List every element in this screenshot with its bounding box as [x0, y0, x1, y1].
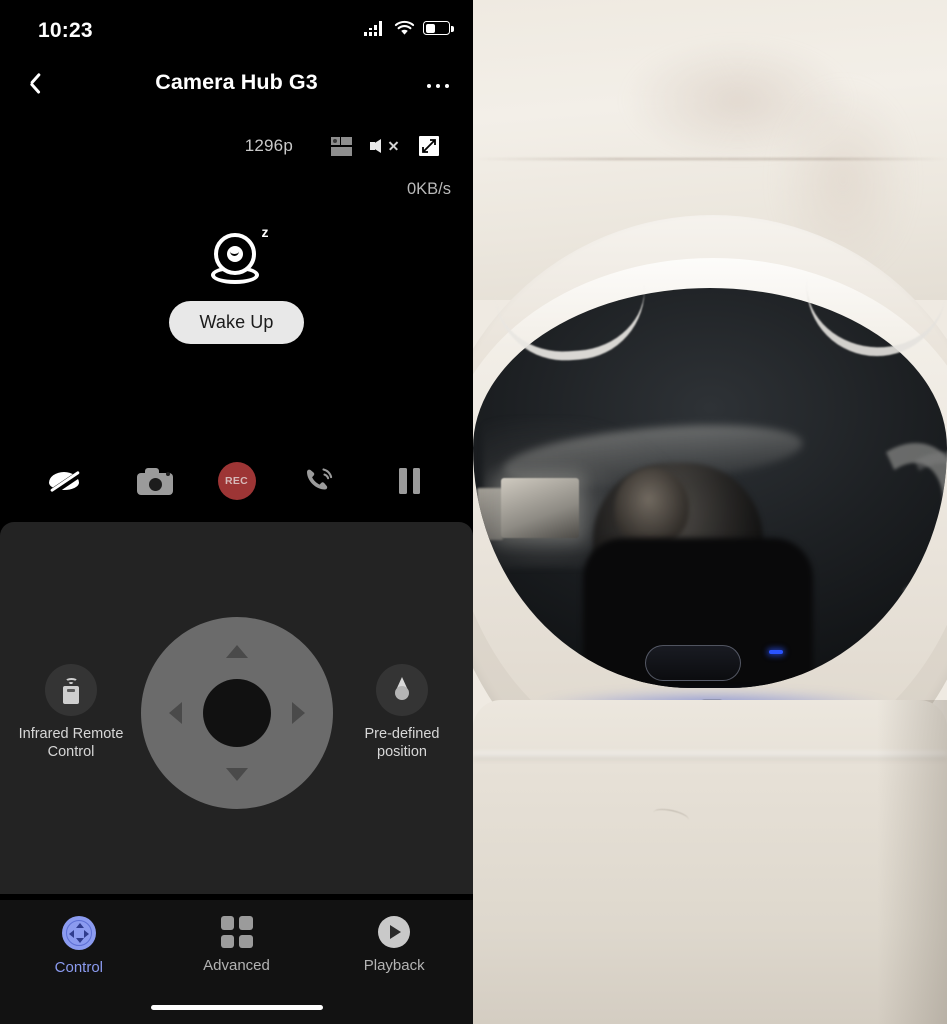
- fullscreen-button[interactable]: [407, 124, 451, 168]
- predefined-position-label-line1: Pre-defined: [364, 726, 440, 742]
- app-header: Camera Hub G3: [0, 56, 473, 118]
- camera-lens-blue-highlight: [769, 650, 783, 654]
- glass-monitor-reflection: [477, 488, 503, 540]
- two-way-talk-button[interactable]: [291, 453, 347, 509]
- tab-advanced-label: Advanced: [203, 957, 270, 974]
- mute-button[interactable]: [363, 124, 407, 168]
- play-circle-icon: [378, 916, 411, 948]
- sleep-state-block: z Wake Up: [0, 224, 473, 344]
- multi-view-icon: [330, 136, 352, 156]
- wifi-icon: [394, 20, 415, 35]
- camera-lens-plate: [645, 645, 741, 681]
- record-button[interactable]: REC: [217, 462, 256, 500]
- speaker-mute-icon: [370, 136, 400, 156]
- page-title: Camera Hub G3: [155, 70, 318, 94]
- camera-sleeping-icon: z: [203, 224, 271, 286]
- grid-squares-icon: [220, 916, 253, 948]
- arrow-up-icon[interactable]: [226, 645, 248, 658]
- photo-right-shadow: [877, 700, 947, 1024]
- photo-ceiling-seam: [473, 158, 947, 160]
- predefined-position-label: Pre-defined position: [365, 725, 440, 761]
- tab-control-label: Control: [54, 959, 104, 976]
- bitrate-label: 0KB/s: [406, 180, 451, 198]
- wake-up-button[interactable]: Wake Up: [169, 301, 304, 344]
- status-bar-time: 10:23: [38, 19, 93, 42]
- status-bar-icons: [364, 20, 454, 36]
- privacy-eye-off-button[interactable]: [36, 453, 92, 509]
- battery-icon: [423, 21, 454, 35]
- arrow-down-icon[interactable]: [226, 768, 248, 781]
- camera-body-lower: [473, 700, 947, 1024]
- predefined-position-label-line2: position: [377, 744, 427, 760]
- infrared-remote-label-line2: Control: [47, 744, 95, 760]
- arrow-right-icon[interactable]: [292, 702, 305, 724]
- status-bar: 10:23: [0, 0, 473, 56]
- phone-call-icon: [302, 466, 336, 496]
- tab-playback-label: Playback: [363, 957, 425, 974]
- sleep-z-label: z: [261, 224, 269, 240]
- pause-icon: [399, 468, 420, 494]
- stream-action-bar: REC: [0, 440, 473, 522]
- dpad-center-button[interactable]: [203, 679, 271, 747]
- predefined-position-button[interactable]: [376, 664, 428, 716]
- infrared-remote-button[interactable]: [45, 664, 97, 716]
- camera-device-photo: [473, 0, 947, 1024]
- pause-button[interactable]: [382, 453, 438, 509]
- eye-off-icon: [46, 469, 82, 496]
- record-label: REC: [224, 475, 249, 487]
- infrared-remote-label: Infrared Remote Control: [19, 725, 124, 761]
- dpad-circle-icon: [61, 916, 96, 950]
- tab-advanced[interactable]: Advanced: [158, 916, 316, 976]
- infrared-remote-label-line1: Infrared Remote: [18, 726, 124, 742]
- infrared-remote-control[interactable]: Infrared Remote Control: [11, 664, 131, 761]
- arrow-left-icon[interactable]: [169, 702, 182, 724]
- home-indicator[interactable]: [150, 1004, 323, 1010]
- more-options-button[interactable]: [415, 66, 461, 106]
- screenshot-root: 10:23 Camera Hub G3 1296p 0KB/s z Wake U…: [0, 0, 947, 1024]
- camera-body-seam: [473, 752, 947, 760]
- predefined-position-control[interactable]: Pre-defined position: [342, 664, 462, 761]
- phone-app-panel: 10:23 Camera Hub G3 1296p 0KB/s z Wake U…: [0, 0, 473, 1024]
- ellipsis-icon: [426, 83, 432, 89]
- infrared-remote-icon: [60, 677, 82, 704]
- glass-monitor-reflection: [501, 478, 579, 538]
- ellipsis-icon: [444, 83, 450, 89]
- signal-bars-icon: [364, 20, 386, 36]
- multiview-button[interactable]: [319, 124, 363, 168]
- fullscreen-expand-icon: [419, 136, 439, 156]
- stream-toolbar: 1296p: [0, 118, 473, 174]
- snapshot-button[interactable]: [127, 453, 183, 509]
- video-stream-area[interactable]: 0KB/s z Wake Up: [0, 174, 473, 440]
- camera-icon: [136, 467, 173, 495]
- resolution-selector[interactable]: 1296p: [245, 136, 293, 156]
- bottom-tab-bar: Control Advanced Playback: [0, 900, 473, 1024]
- map-pin-icon: [391, 677, 413, 703]
- tab-playback[interactable]: Playback: [315, 916, 473, 976]
- ptz-dpad[interactable]: [141, 617, 333, 809]
- ellipsis-icon: [435, 83, 441, 89]
- glass-person-head: [615, 468, 689, 546]
- tab-control[interactable]: Control: [0, 916, 158, 976]
